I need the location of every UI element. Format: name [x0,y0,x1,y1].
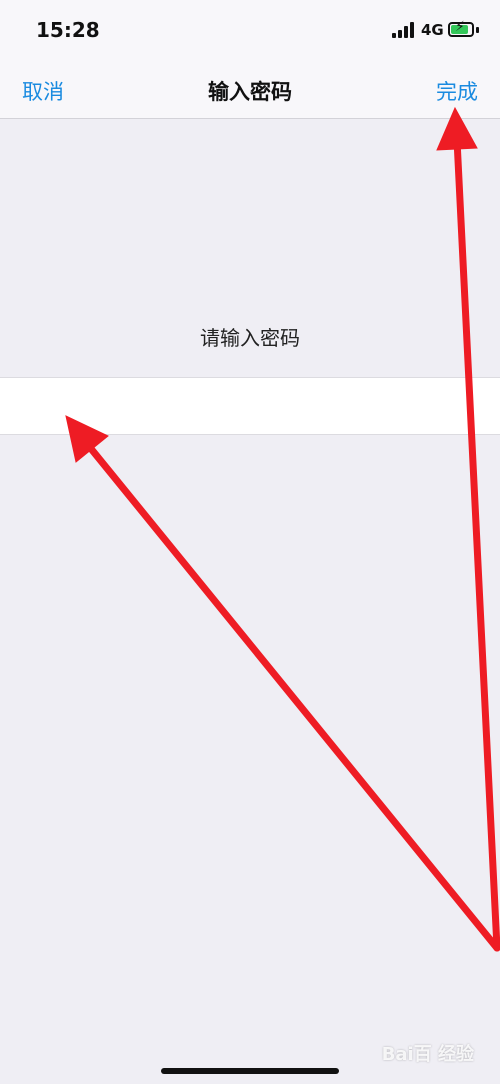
signal-strength-icon [392,22,416,38]
arrow-to-password-field [65,415,500,952]
navigation-bar: 取消 输入密码 完成 [0,60,500,119]
network-type: 4G [421,21,444,39]
page-title: 输入密码 [208,80,292,104]
home-indicator [161,1068,339,1074]
watermark: Bai百 经验 [381,1044,474,1065]
status-time: 15:28 [36,18,100,42]
done-button[interactable]: 完成 [436,76,478,106]
password-field[interactable] [0,377,500,435]
password-prompt: 请输入密码 [200,326,300,350]
battery-cap [476,27,479,33]
status-bar: 15:28 4G ⚡ [0,0,500,60]
arrow-to-done-button [436,106,500,952]
charging-bolt-icon: ⚡ [455,19,465,35]
annotation-arrows [65,106,500,952]
